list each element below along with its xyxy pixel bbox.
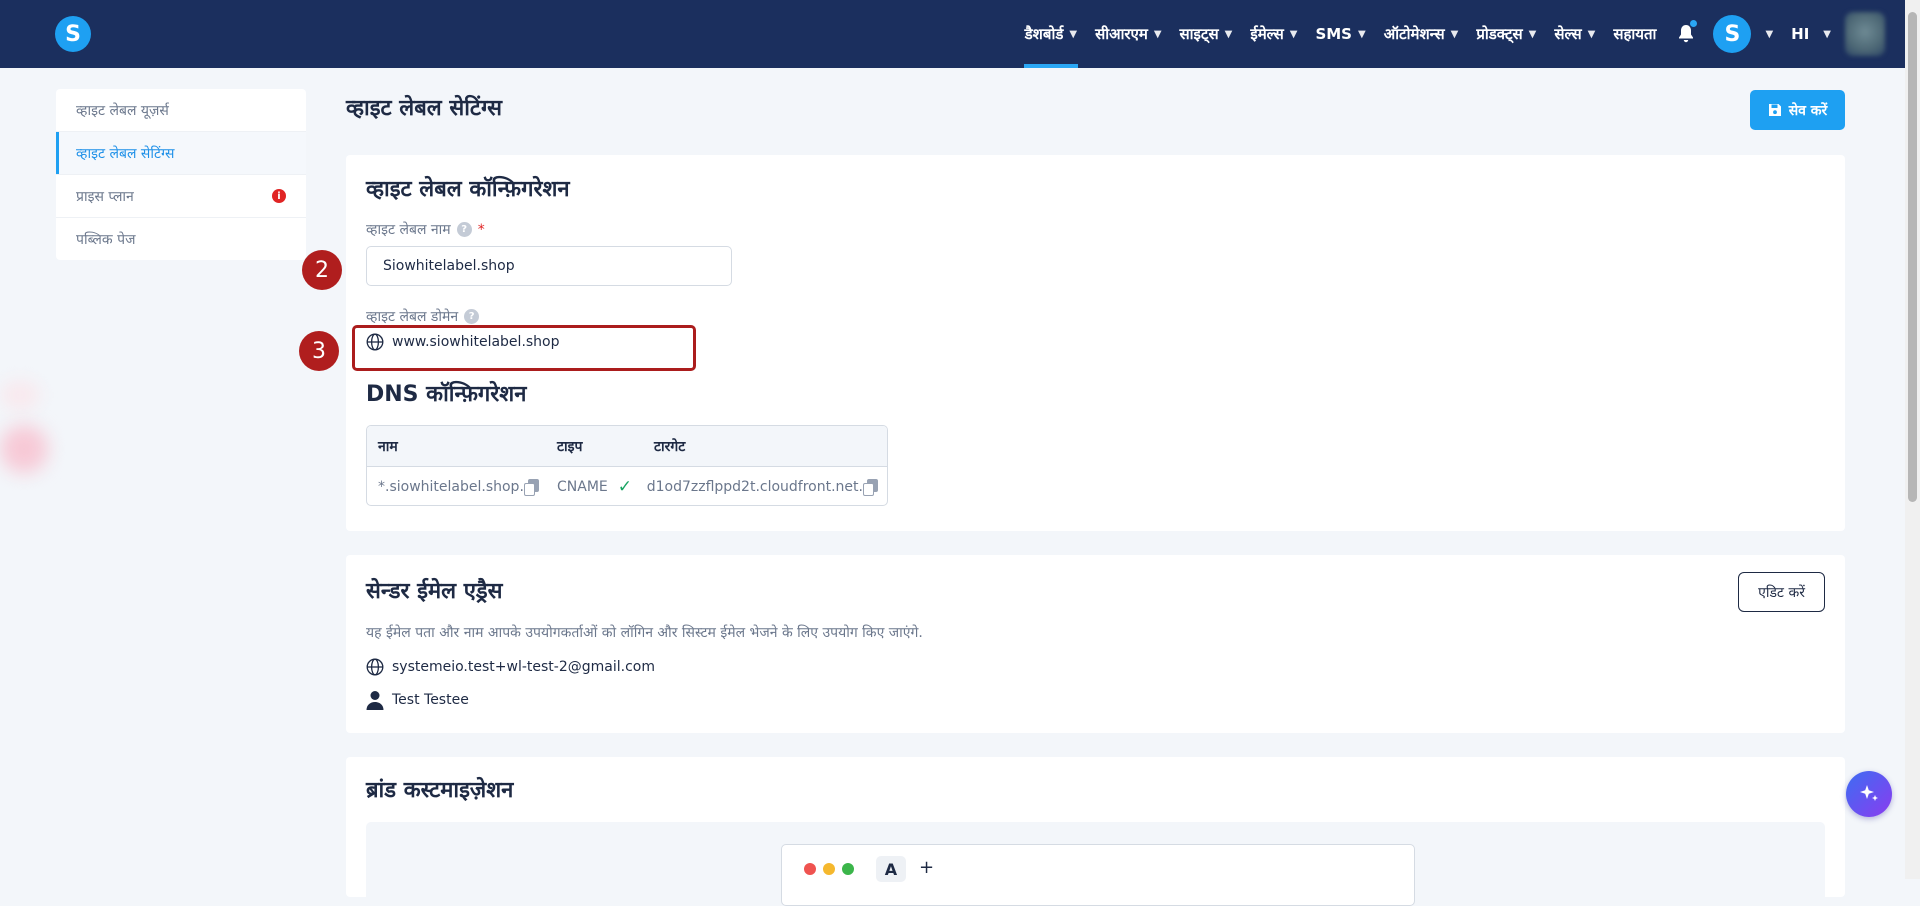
browser-preview: A + — [781, 844, 1415, 906]
scrollbar-thumb[interactable] — [1908, 12, 1917, 502]
nav-item-automations[interactable]: ऑटोमेशन्स ▼ — [1375, 0, 1468, 68]
nav-item-sites[interactable]: साइट्स ▼ — [1171, 0, 1242, 68]
dns-table: नाम टाइप टारगेट *.siowhitelabel.shop. CN… — [366, 425, 888, 506]
chevron-down-icon: ▼ — [1224, 28, 1233, 40]
chevron-down-icon: ▼ — [1765, 28, 1774, 40]
notification-bell-icon[interactable] — [1665, 0, 1707, 68]
dns-record-name: *.siowhitelabel.shop. — [378, 479, 524, 495]
notification-dot — [1690, 20, 1698, 27]
settings-sidebar: व्हाइट लेबल यूज़र्स व्हाइट लेबल सेटिंग्स… — [56, 89, 306, 260]
dns-record-target: d1od7zzflppd2t.cloudfront.net. — [646, 479, 863, 495]
window-controls — [804, 863, 854, 875]
alert-badge-icon: i — [272, 189, 286, 203]
domain-field-label: व्हाइट लेबल डोमेन ? — [366, 307, 480, 326]
user-avatar[interactable]: S — [1713, 15, 1752, 53]
language-switcher[interactable]: HI ▼ — [1777, 0, 1835, 68]
table-row: *.siowhitelabel.shop. CNAME ✓ d1od7zzflpp… — [367, 467, 887, 505]
ai-assistant-button[interactable] — [1846, 771, 1892, 817]
brand-customization-card: ब्रांड कस्टमाइज़ेशन A + — [346, 757, 1845, 906]
chevron-down-icon: ▼ — [1450, 28, 1459, 40]
step-marker-3: 3 — [299, 331, 339, 371]
help-icon[interactable]: ? — [464, 309, 480, 324]
browser-tab-favicon: A — [876, 856, 906, 882]
page-title: व्हाइट लेबल सेटिंग्स — [346, 96, 503, 121]
sidebar-item-white-label-settings[interactable]: व्हाइट लेबल सेटिंग्स — [56, 132, 306, 175]
chevron-down-icon: ▼ — [1587, 28, 1596, 40]
copy-icon[interactable] — [523, 479, 540, 496]
nav-item-dashboard[interactable]: डैशबोर्ड ▼ — [1016, 0, 1086, 68]
nav-item-products[interactable]: प्रोडक्ट्स ▼ — [1467, 0, 1545, 68]
sender-title: सेन्डर ईमेल एड्रैस — [366, 579, 503, 604]
scrollbar[interactable] — [1905, 0, 1920, 879]
dns-table-header: नाम टाइप टारगेट — [367, 426, 887, 467]
dns-title: DNS कॉन्फ़िगरेशन — [366, 382, 527, 407]
step-marker-2: 2 — [302, 250, 342, 290]
nav-item-sales[interactable]: सेल्स ▼ — [1545, 0, 1604, 68]
sender-name-row: Test Testee — [366, 690, 469, 710]
nav-item-sms[interactable]: SMS ▼ — [1306, 0, 1374, 68]
plus-icon: + — [919, 857, 935, 878]
edit-button[interactable]: एडिट करें — [1738, 572, 1825, 612]
column-header-name: नाम — [378, 438, 398, 455]
column-header-type: टाइप — [557, 438, 583, 455]
sidebar-item-price-plan[interactable]: प्राइस प्लान i — [56, 175, 306, 218]
brand-preview-area: A + — [366, 822, 1825, 906]
user-icon — [366, 691, 384, 710]
blurred-decoration — [0, 425, 48, 473]
save-button[interactable]: सेव करें — [1750, 90, 1845, 130]
nav-item-emails[interactable]: ईमेल्स ▼ — [1241, 0, 1306, 68]
sender-description: यह ईमेल पता और नाम आपके उपयोगकर्ताओं को … — [366, 625, 923, 641]
app-logo[interactable]: S — [55, 16, 91, 52]
chevron-down-icon: ▼ — [1358, 28, 1366, 40]
nav-item-crm[interactable]: सीआरएम ▼ — [1086, 0, 1170, 68]
domain-highlight-box — [352, 325, 696, 371]
main-nav: डैशबोर्ड ▼ सीआरएम ▼ साइट्स ▼ ईमेल्स ▼ SMS ▼ ऑ… — [1016, 0, 1905, 68]
chevron-down-icon: ▼ — [1528, 28, 1537, 40]
profile-picture[interactable] — [1845, 12, 1885, 56]
sidebar-item-public-page[interactable]: पब्लिक पेज — [56, 218, 306, 260]
sender-email-row: systemeio.test+wl-test-2@gmail.com — [366, 658, 655, 676]
globe-icon — [366, 658, 384, 676]
chevron-down-icon: ▼ — [1153, 28, 1162, 40]
chevron-down-icon: ▼ — [1289, 28, 1298, 40]
brand-title: ब्रांड कस्टमाइज़ेशन — [366, 778, 514, 803]
avatar-menu-toggle[interactable]: ▼ — [1751, 0, 1777, 68]
floppy-disk-icon — [1768, 104, 1781, 116]
chevron-down-icon: ▼ — [1823, 28, 1831, 40]
sidebar-item-white-label-users[interactable]: व्हाइट लेबल यूज़र्स — [56, 89, 306, 132]
sparkle-icon — [1860, 785, 1878, 801]
white-label-name-input[interactable]: Siowhitelabel.shop — [366, 246, 732, 286]
copy-icon[interactable] — [863, 479, 878, 496]
top-navbar: S डैशबोर्ड ▼ सीआरएम ▼ साइट्स ▼ ईमेल्स ▼ SMS ▼… — [0, 0, 1905, 68]
dns-record-type: CNAME — [557, 479, 608, 495]
required-mark: * — [477, 221, 485, 238]
chevron-down-icon: ▼ — [1069, 28, 1078, 40]
sender-email-card: सेन्डर ईमेल एड्रैस एडिट करें यह ईमेल पता… — [346, 555, 1845, 733]
config-title: व्हाइट लेबल कॉन्फ़िगरेशन — [366, 177, 570, 202]
help-icon[interactable]: ? — [456, 222, 472, 237]
blurred-decoration — [0, 380, 40, 410]
nav-item-help[interactable]: सहायता — [1604, 0, 1665, 68]
check-icon: ✓ — [617, 477, 632, 497]
column-header-target: टारगेट — [654, 438, 686, 455]
name-field-label: व्हाइट लेबल नाम ? * — [366, 221, 485, 239]
